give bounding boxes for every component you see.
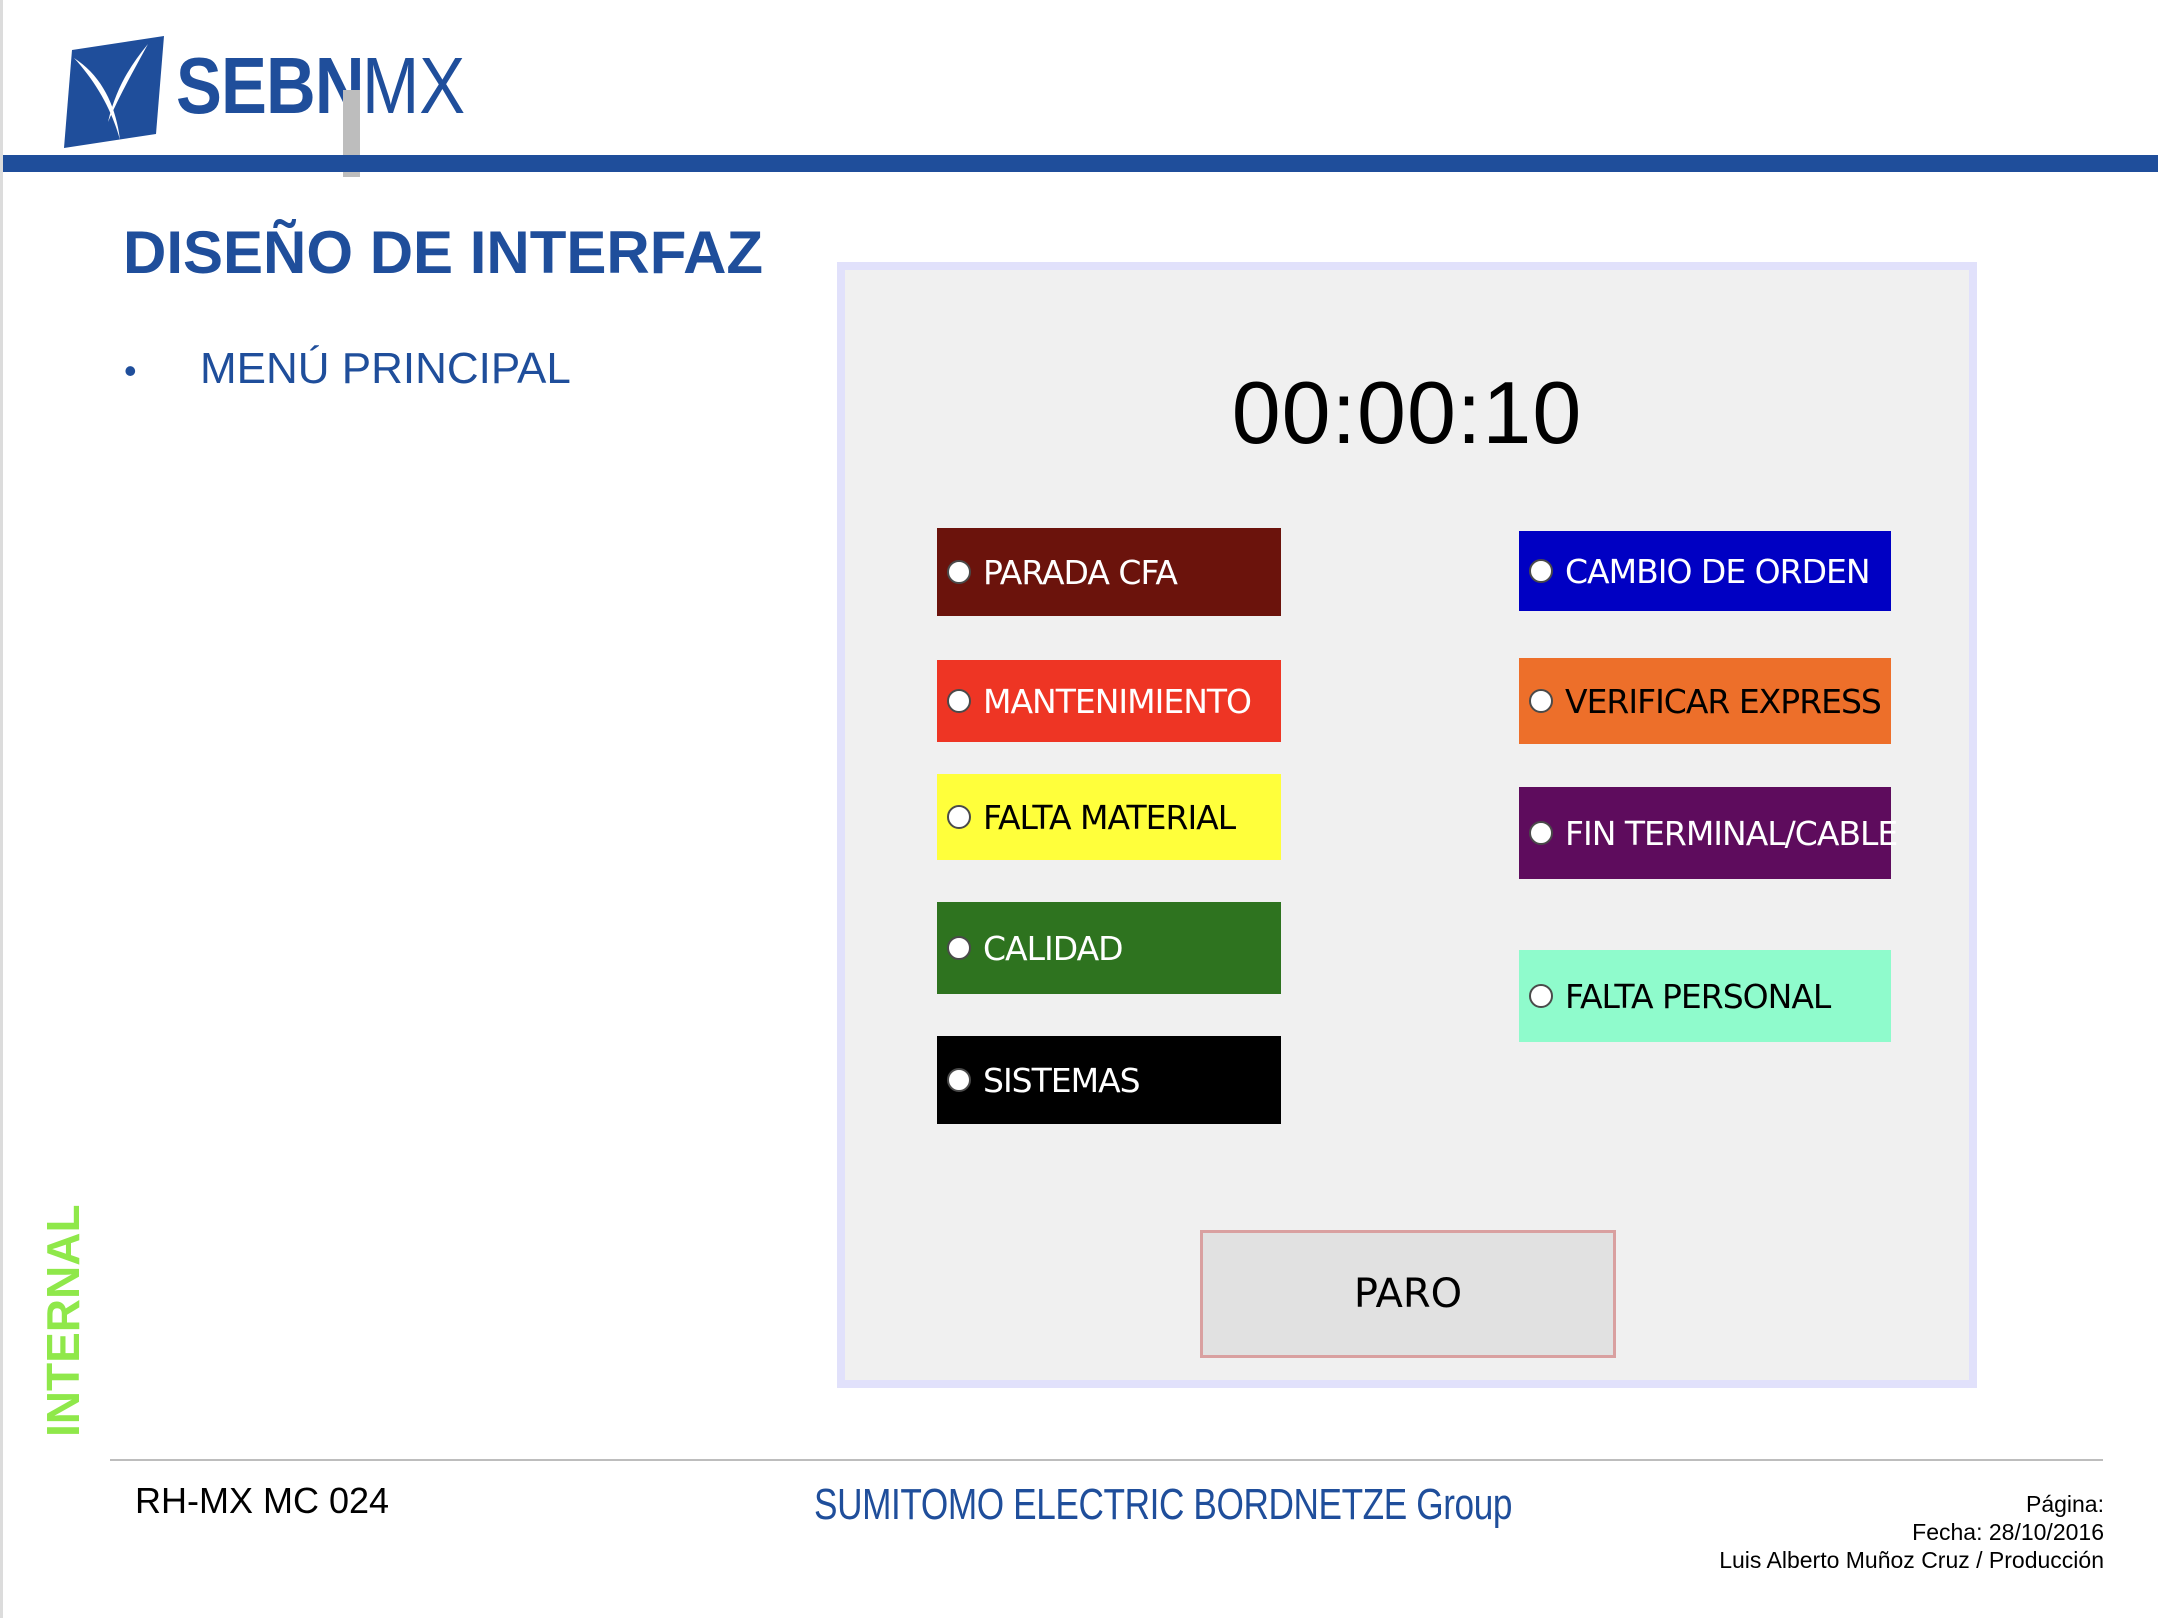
sebn-mx-logo: SEBN MX xyxy=(64,36,484,177)
option-verificar-express[interactable]: VERIFICAR EXPRESS xyxy=(1519,658,1891,744)
interface-panel: 00:00:10 PARADA CFA MANTENIMIENTO FALTA … xyxy=(837,262,1977,1388)
sebn-logo-mark-icon xyxy=(64,36,164,148)
option-cambio-de-orden[interactable]: CAMBIO DE ORDEN xyxy=(1519,531,1891,611)
radio-icon[interactable] xyxy=(947,936,971,960)
option-label: SISTEMAS xyxy=(983,1060,1141,1100)
radio-icon[interactable] xyxy=(947,1068,971,1092)
footer-divider xyxy=(110,1459,2103,1461)
slide-title: DISEÑO DE INTERFAZ xyxy=(123,219,764,286)
radio-icon[interactable] xyxy=(947,560,971,584)
document-code: RH-MX MC 024 xyxy=(135,1480,390,1521)
option-falta-material[interactable]: FALTA MATERIAL xyxy=(937,774,1281,860)
header-band xyxy=(3,155,2158,172)
option-label: CAMBIO DE ORDEN xyxy=(1565,551,1871,591)
option-calidad[interactable]: CALIDAD xyxy=(937,902,1281,994)
classification-text: INTERNAL xyxy=(37,1204,89,1437)
group-company: SUMITOMO ELECTRIC BORDNETZE xyxy=(814,1480,1407,1529)
brand-suffix: MX xyxy=(362,41,466,130)
option-label: VERIFICAR EXPRESS xyxy=(1565,681,1882,721)
paro-button[interactable]: PARO xyxy=(1200,1230,1616,1358)
date-line: Fecha: 28/10/2016 xyxy=(1912,1519,2104,1545)
radio-icon[interactable] xyxy=(947,689,971,713)
radio-icon[interactable] xyxy=(1529,559,1553,583)
bullet-text: MENÚ PRINCIPAL xyxy=(200,344,571,393)
radio-icon[interactable] xyxy=(1529,689,1553,713)
radio-icon[interactable] xyxy=(1529,984,1553,1008)
option-label: PARADA CFA xyxy=(983,552,1178,592)
option-label: CALIDAD xyxy=(983,928,1124,968)
brand-name: SEBN xyxy=(176,41,365,130)
timer-display: 00:00:10 xyxy=(1231,363,1583,462)
left-border xyxy=(0,0,3,1618)
option-label: FALTA MATERIAL xyxy=(983,797,1236,837)
footer-meta: Página: Fecha: 28/10/2016 Luis Alberto M… xyxy=(1719,1490,2104,1574)
author-line: Luis Alberto Muñoz Cruz / Producción xyxy=(1719,1547,2104,1573)
radio-icon[interactable] xyxy=(1529,821,1553,845)
option-parada-cfa[interactable]: PARADA CFA xyxy=(937,528,1281,616)
option-label: FALTA PERSONAL xyxy=(1565,976,1831,1016)
option-falta-personal[interactable]: FALTA PERSONAL xyxy=(1519,950,1891,1042)
option-mantenimiento[interactable]: MANTENIMIENTO xyxy=(937,660,1281,742)
option-label: FIN TERMINAL/CABLE xyxy=(1565,813,1898,853)
option-label: MANTENIMIENTO xyxy=(983,681,1252,721)
option-fin-terminal-cable[interactable]: FIN TERMINAL/CABLE xyxy=(1519,787,1898,879)
radio-icon[interactable] xyxy=(947,805,971,829)
group-suffix: Group xyxy=(1416,1480,1513,1529)
bullet-marker: • xyxy=(124,350,137,391)
group-name: SUMITOMO ELECTRIC BORDNETZE Group xyxy=(814,1480,1512,1530)
option-sistemas[interactable]: SISTEMAS xyxy=(937,1036,1281,1124)
page-label: Página: xyxy=(2025,1491,2104,1517)
